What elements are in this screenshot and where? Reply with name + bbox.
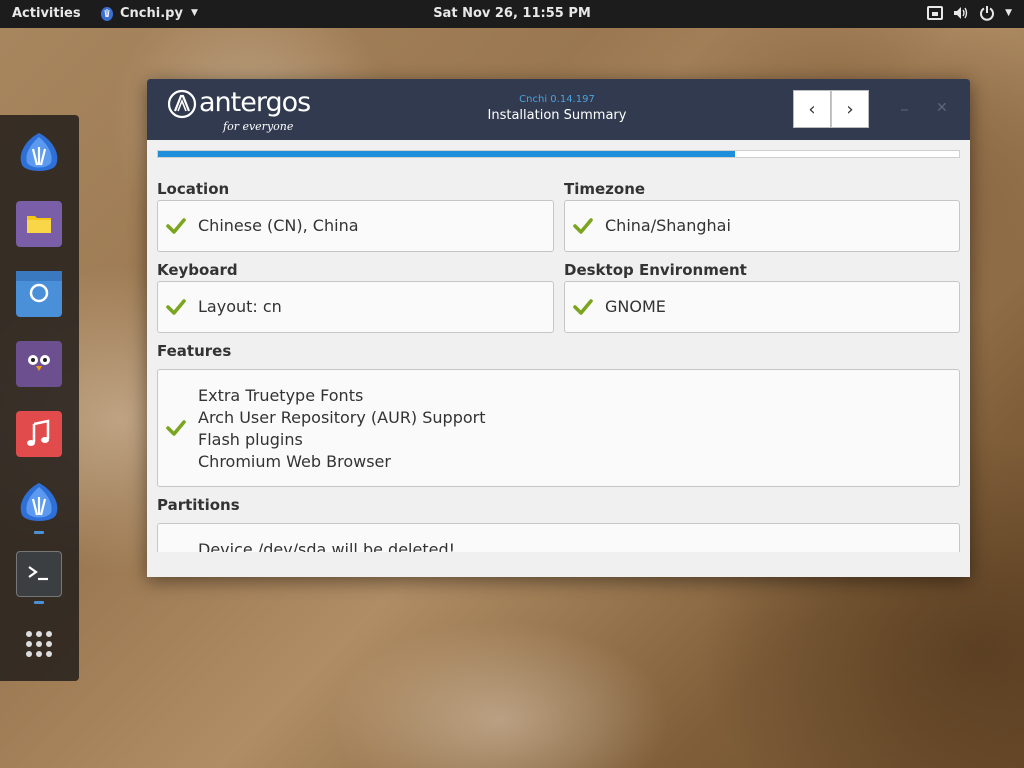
dock-item-antergos[interactable] <box>16 131 62 177</box>
list-item: Chromium Web Browser <box>198 452 391 471</box>
antergos-logo-icon <box>167 89 197 119</box>
timezone-box: China/Shanghai <box>564 200 960 252</box>
chevron-down-icon: ▼ <box>190 8 198 18</box>
caret-down-icon: ▼ <box>1005 8 1012 18</box>
keyboard-label: Keyboard <box>157 261 238 279</box>
back-button[interactable]: ‹ <box>793 90 831 128</box>
desktop-environment-box: GNOME <box>564 281 960 333</box>
close-button[interactable]: ✕ <box>936 100 948 116</box>
desktop-environment-value: GNOME <box>605 297 666 316</box>
check-icon <box>166 218 186 234</box>
install-progress-bar <box>157 150 960 158</box>
running-indicator <box>34 601 44 604</box>
nav-buttons: ‹ › <box>793 90 869 128</box>
partitions-label: Partitions <box>157 496 240 514</box>
features-label: Features <box>157 342 232 360</box>
installer-window: antergos for everyone Cnchi 0.14.197 Ins… <box>147 79 970 577</box>
features-box: Extra Truetype Fonts Arch User Repositor… <box>157 369 960 487</box>
status-menu[interactable]: ▼ <box>927 5 1012 21</box>
antergos-icon <box>20 133 58 171</box>
forward-button[interactable]: › <box>831 90 869 128</box>
dock-item-terminal[interactable] <box>16 551 62 597</box>
features-list: Extra Truetype Fonts Arch User Repositor… <box>198 385 486 473</box>
location-value: Chinese (CN), China <box>198 216 359 235</box>
keyboard-box: Layout: cn <box>157 281 554 333</box>
page-title: Installation Summary <box>487 108 627 123</box>
app-menu[interactable]: Cnchi.py ▼ <box>100 5 198 21</box>
antergos-icon <box>20 483 58 521</box>
timezone-value: China/Shanghai <box>605 216 731 235</box>
progress-fill <box>158 151 735 157</box>
antergos-app-icon <box>101 7 113 21</box>
music-note-icon <box>27 419 50 446</box>
location-box: Chinese (CN), China <box>157 200 554 252</box>
volume-icon <box>954 7 968 19</box>
list-item: Extra Truetype Fonts <box>198 386 364 405</box>
list-item: Flash plugins <box>198 430 303 449</box>
app-grid-icon <box>26 631 52 657</box>
dock-item-pidgin[interactable] <box>16 341 62 387</box>
keyboard-value: Layout: cn <box>198 297 282 316</box>
location-label: Location <box>157 180 230 198</box>
check-icon <box>573 218 593 234</box>
minimize-button[interactable]: _ <box>901 95 908 111</box>
list-item: Arch User Repository (AUR) Support <box>198 408 486 427</box>
header-title: Cnchi 0.14.197 Installation Summary <box>407 94 707 123</box>
running-indicator <box>34 531 44 534</box>
window-header[interactable]: antergos for everyone Cnchi 0.14.197 Ins… <box>147 79 970 140</box>
browser-icon <box>16 271 62 303</box>
logo-wordmark: antergos <box>199 87 311 118</box>
dock <box>0 115 79 681</box>
check-icon <box>166 420 186 436</box>
check-icon <box>573 299 593 315</box>
folder-icon <box>27 216 51 233</box>
logo-tagline: for everyone <box>223 120 294 133</box>
check-icon <box>166 299 186 315</box>
version-label: Cnchi 0.14.197 <box>519 94 595 105</box>
dock-item-music[interactable] <box>16 411 62 457</box>
app-menu-label: Cnchi.py <box>120 5 183 21</box>
dock-item-cnchi[interactable] <box>16 481 62 527</box>
dock-item-show-applications[interactable] <box>16 621 62 667</box>
content-clip <box>147 552 970 577</box>
activities-button[interactable]: Activities <box>12 6 81 21</box>
terminal-icon <box>28 566 48 581</box>
dock-item-chromium[interactable] <box>16 271 62 317</box>
desktop-environment-label: Desktop Environment <box>564 261 747 279</box>
bird-icon <box>28 355 50 371</box>
top-bar: Activities Cnchi.py ▼ Sat Nov 26, 11:55 … <box>0 0 1024 28</box>
clock[interactable]: Sat Nov 26, 11:55 PM <box>433 6 591 21</box>
network-icon <box>927 6 944 20</box>
power-icon <box>980 6 995 21</box>
timezone-label: Timezone <box>564 180 646 198</box>
dock-item-files[interactable] <box>16 201 62 247</box>
